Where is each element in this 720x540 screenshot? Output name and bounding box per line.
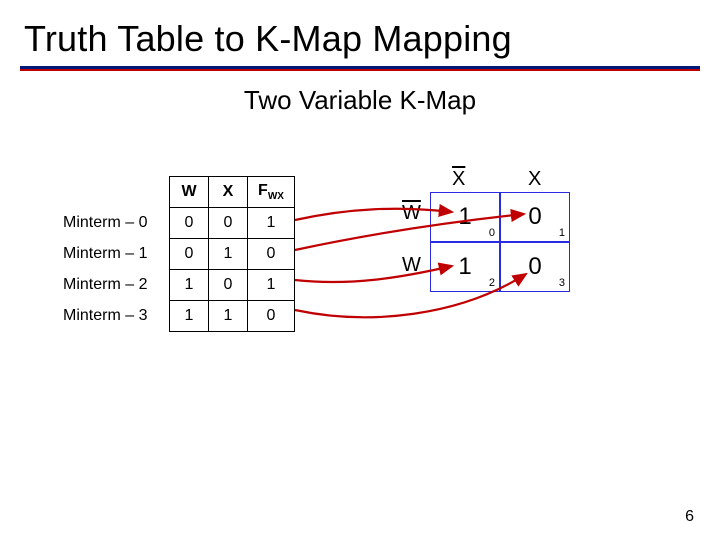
minterm-label: Minterm – 3 bbox=[62, 301, 170, 332]
truth-table-header-x: X bbox=[209, 177, 248, 208]
minterm-label: Minterm – 1 bbox=[62, 239, 170, 270]
minterm-label: Minterm – 2 bbox=[62, 270, 170, 301]
table-row: Minterm – 3 1 1 0 bbox=[62, 301, 295, 332]
page-number: 6 bbox=[685, 508, 694, 526]
table-row: Minterm – 2 1 0 1 bbox=[62, 270, 295, 301]
table-row: Minterm – 1 0 1 0 bbox=[62, 239, 295, 270]
truth-table-header-w: W bbox=[170, 177, 209, 208]
kmap: X X W W 10 01 12 03 bbox=[430, 192, 570, 292]
minterm-label: Minterm – 0 bbox=[62, 208, 170, 239]
table-row: Minterm – 0 0 0 1 bbox=[62, 208, 295, 239]
kmap-col-label-x: X bbox=[528, 168, 541, 191]
kmap-cell-1: 01 bbox=[500, 192, 570, 242]
title-rule bbox=[20, 66, 700, 71]
slide-subtitle: Two Variable K-Map bbox=[0, 85, 720, 116]
truth-table-header-f: FWX bbox=[248, 177, 295, 208]
kmap-cell-2: 12 bbox=[430, 242, 500, 292]
kmap-cell-3: 03 bbox=[500, 242, 570, 292]
kmap-row-label-wbar: W bbox=[402, 202, 421, 225]
content-area: W X FWX Minterm – 0 0 0 1 Minterm – 1 0 … bbox=[0, 166, 720, 466]
kmap-row-label-w: W bbox=[402, 254, 421, 277]
kmap-col-label-xbar: X bbox=[452, 168, 465, 191]
truth-table: W X FWX Minterm – 0 0 0 1 Minterm – 1 0 … bbox=[62, 176, 295, 332]
kmap-cell-0: 10 bbox=[430, 192, 500, 242]
slide-title: Truth Table to K-Map Mapping bbox=[0, 0, 720, 60]
